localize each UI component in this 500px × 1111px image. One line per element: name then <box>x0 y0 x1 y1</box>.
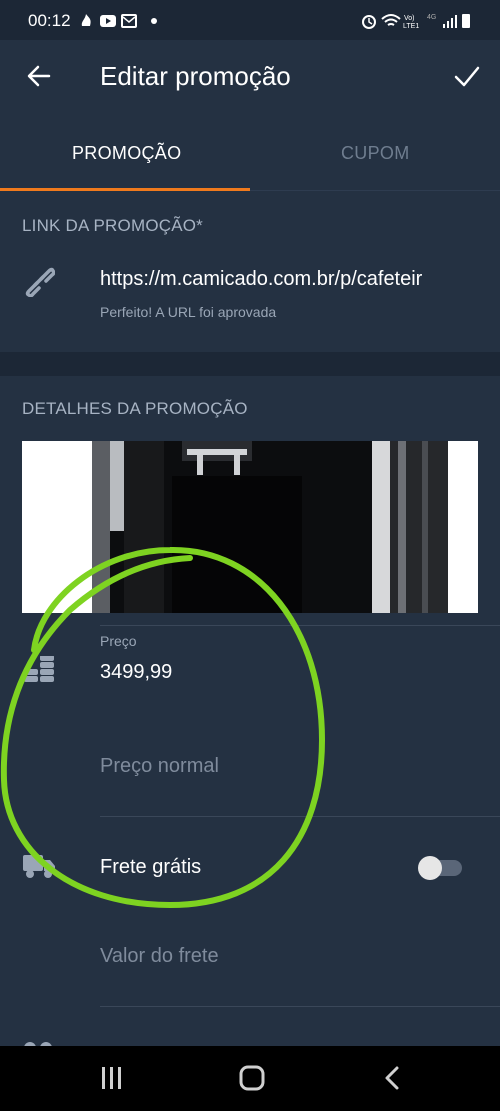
link-url-field[interactable]: https://m.camicado.com.br/p/cafeteir <box>100 268 480 291</box>
free-shipping-label: Frete grátis <box>100 856 202 878</box>
volte-icon: Vo) <box>404 15 415 22</box>
page-title: Editar promoção <box>100 61 291 91</box>
next-field-icon <box>24 1042 52 1046</box>
normal-price-input[interactable]: Preço normal <box>100 755 219 778</box>
tab-active-indicator <box>0 188 250 191</box>
price-label: Preço <box>100 633 137 649</box>
gmail-icon <box>121 14 137 28</box>
price-input[interactable]: 3499,99 <box>100 661 172 684</box>
svg-text:4G: 4G <box>427 14 436 21</box>
link-section-header: LINK DA PROMOÇÃO* <box>22 216 203 235</box>
coins-icon <box>24 656 54 682</box>
divider <box>100 1006 500 1007</box>
svg-text:LTE1: LTE1 <box>403 23 419 30</box>
check-icon[interactable] <box>453 63 481 89</box>
dot-icon <box>151 18 157 24</box>
shipping-value-input[interactable]: Valor do frete <box>100 945 219 968</box>
tab-promocao[interactable]: PROMOÇÃO <box>72 143 181 164</box>
back-icon[interactable] <box>382 1065 402 1091</box>
divider <box>100 625 500 626</box>
divider <box>100 816 500 817</box>
status-time: 00:12 <box>28 11 71 30</box>
product-image[interactable] <box>22 441 478 613</box>
tabs-divider <box>250 190 500 191</box>
coffee-machine-photo <box>22 441 478 613</box>
section-separator <box>0 352 500 376</box>
battery-icon <box>462 14 470 28</box>
fire-icon <box>81 14 91 26</box>
truck-icon <box>23 855 55 878</box>
status-system-icons: Vo) LTE1 4G <box>362 14 470 30</box>
recent-apps-icon[interactable] <box>100 1065 124 1091</box>
tab-cupom[interactable]: CUPOM <box>341 143 410 164</box>
arrow-left-icon[interactable] <box>26 63 52 89</box>
wifi-icon <box>381 14 401 26</box>
details-section-header: DETALHES DA PROMOÇÃO <box>22 399 248 418</box>
status-notification-icons <box>81 14 157 28</box>
link-helper-text: Perfeito! A URL foi aprovada <box>100 304 277 320</box>
link-icon <box>25 267 55 297</box>
free-shipping-toggle[interactable] <box>416 856 464 880</box>
home-icon[interactable] <box>238 1064 266 1092</box>
signal-icon <box>443 15 457 28</box>
